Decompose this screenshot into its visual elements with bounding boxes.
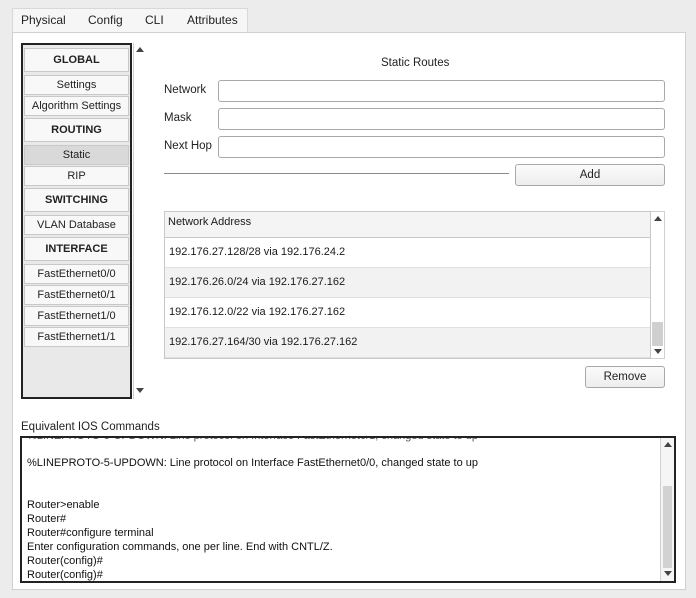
nav-scrollbar[interactable] <box>133 43 146 399</box>
console-line: Router# <box>27 513 67 525</box>
table-row[interactable]: 192.176.27.164/30 via 192.176.27.162 <box>165 328 650 358</box>
scroll-up-icon[interactable] <box>664 442 672 447</box>
nav-header-interface: INTERFACE <box>24 237 129 261</box>
console-line: Router#configure terminal <box>27 527 154 539</box>
scroll-down-icon[interactable] <box>654 349 662 354</box>
table-row[interactable]: 192.176.27.128/28 via 192.176.24.2 <box>165 238 650 268</box>
nav-item-fastethernet0-0[interactable]: FastEthernet0/0 <box>24 264 129 284</box>
tab-bar: Physical Config CLI Attributes <box>12 8 248 39</box>
nav-header-global: GLOBAL <box>24 48 129 72</box>
nav-item-rip[interactable]: RIP <box>24 166 129 186</box>
console-line: Router(config)# <box>27 555 103 567</box>
add-button[interactable]: Add <box>515 164 665 186</box>
console-line: Enter configuration commands, one per li… <box>27 541 333 553</box>
tab-config[interactable]: Config <box>88 13 123 27</box>
form-separator <box>164 173 509 174</box>
tab-attributes[interactable]: Attributes <box>187 13 238 27</box>
nav-header-routing: ROUTING <box>24 118 129 142</box>
network-label: Network <box>164 84 207 96</box>
console-line: Router(config)# <box>27 569 103 581</box>
next-hop-label: Next Hop <box>164 140 212 152</box>
scroll-thumb[interactable] <box>663 486 672 568</box>
nav-item-fastethernet1-1[interactable]: FastEthernet1/1 <box>24 327 129 347</box>
tab-cli[interactable]: CLI <box>145 13 164 27</box>
next-hop-input[interactable] <box>218 136 665 158</box>
console-line: Router>enable <box>27 499 100 511</box>
ios-commands-label: Equivalent IOS Commands <box>21 421 160 433</box>
scroll-thumb[interactable] <box>652 322 663 346</box>
mask-label: Mask <box>164 112 192 124</box>
nav-item-settings[interactable]: Settings <box>24 75 129 95</box>
scroll-up-icon[interactable] <box>136 47 144 52</box>
ios-console[interactable]: %LINEPROTO-5-UPDOWN: Line protocol on In… <box>20 436 676 583</box>
config-nav-list: GLOBAL Settings Algorithm Settings ROUTI… <box>21 43 132 399</box>
table-row[interactable]: 192.176.12.0/22 via 192.176.27.162 <box>165 298 650 328</box>
nav-item-static[interactable]: Static <box>24 145 129 165</box>
routes-table: Network Address 192.176.27.128/28 via 19… <box>164 211 651 359</box>
mask-input[interactable] <box>218 108 665 130</box>
console-line: %LINEPROTO-5-UPDOWN: Line protocol on In… <box>27 436 479 442</box>
network-input[interactable] <box>218 80 665 102</box>
table-header-network-address: Network Address <box>165 212 650 238</box>
nav-header-switching: SWITCHING <box>24 188 129 212</box>
console-scrollbar[interactable] <box>660 438 674 581</box>
nav-item-fastethernet0-1[interactable]: FastEthernet0/1 <box>24 285 129 305</box>
console-line: %LINEPROTO-5-UPDOWN: Line protocol on In… <box>27 457 479 469</box>
static-routes-title: Static Routes <box>381 57 450 69</box>
nav-item-fastethernet1-0[interactable]: FastEthernet1/0 <box>24 306 129 326</box>
table-row[interactable]: 192.176.26.0/24 via 192.176.27.162 <box>165 268 650 298</box>
tab-physical[interactable]: Physical <box>21 13 66 27</box>
scroll-up-icon[interactable] <box>654 216 662 221</box>
remove-button[interactable]: Remove <box>585 366 665 388</box>
table-scrollbar[interactable] <box>651 211 665 359</box>
scroll-down-icon[interactable] <box>136 388 144 393</box>
nav-item-algorithm-settings[interactable]: Algorithm Settings <box>24 96 129 116</box>
nav-item-vlan-database[interactable]: VLAN Database <box>24 215 129 235</box>
scroll-down-icon[interactable] <box>664 571 672 576</box>
